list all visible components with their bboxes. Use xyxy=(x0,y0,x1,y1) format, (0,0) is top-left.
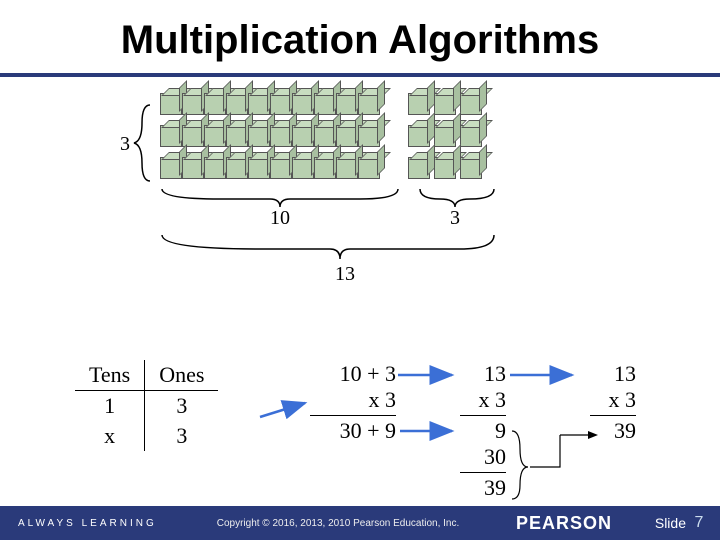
content-area: 3 10 3 13 xyxy=(0,85,720,505)
ten-cube xyxy=(336,157,358,179)
ten-cube xyxy=(270,93,292,115)
pv-header-tens: Tens xyxy=(75,360,145,391)
ten-cube xyxy=(248,157,270,179)
ten-cube xyxy=(160,157,182,179)
footer-brand: PEARSON xyxy=(516,513,636,534)
ten-cube xyxy=(160,93,182,115)
ten-cube xyxy=(204,125,226,147)
one-cube xyxy=(408,125,430,147)
ten-cube xyxy=(226,125,248,147)
title-rule xyxy=(0,73,720,77)
ten-cube xyxy=(182,157,204,179)
partial-line2: x 3 xyxy=(460,387,506,413)
table-row: x 3 xyxy=(75,421,218,451)
one-cube xyxy=(408,93,430,115)
pv-tens-1: 1 xyxy=(75,391,145,422)
ten-cube xyxy=(270,157,292,179)
one-cube xyxy=(460,157,482,179)
expanded-line1: 10 + 3 xyxy=(310,361,396,387)
slide: Multiplication Algorithms 3 10 3 13 xyxy=(0,0,720,540)
expanded-line3: 30 + 9 xyxy=(310,415,396,444)
ten-cube xyxy=(336,93,358,115)
pv-header-ones: Ones xyxy=(145,360,219,391)
ten-cube xyxy=(160,125,182,147)
ten-cube xyxy=(292,125,314,147)
tens-group-label: 10 xyxy=(270,207,290,230)
ten-cube xyxy=(226,93,248,115)
mult-standard: 13 x 3 39 xyxy=(590,361,636,444)
partial-line1: 13 xyxy=(460,361,506,387)
pv-ones-2: 3 xyxy=(145,421,219,451)
one-cube xyxy=(408,157,430,179)
mult-expanded: 10 + 3 x 3 30 + 9 xyxy=(310,361,396,444)
one-cube xyxy=(460,93,482,115)
standard-line3: 39 xyxy=(590,415,636,444)
footer-copyright: Copyright © 2016, 2013, 2010 Pearson Edu… xyxy=(160,518,516,529)
mult-partial: 13 x 3 9 30 39 xyxy=(460,361,506,501)
expanded-line2: x 3 xyxy=(310,387,396,413)
one-cube xyxy=(434,157,456,179)
partial-line3: 9 xyxy=(460,415,506,444)
ten-cube xyxy=(204,93,226,115)
ones-group-label: 3 xyxy=(450,207,460,230)
ten-cube xyxy=(248,125,270,147)
ten-cube xyxy=(292,93,314,115)
ten-cube xyxy=(336,125,358,147)
partial-line5: 39 xyxy=(460,472,506,501)
ten-cube xyxy=(314,93,336,115)
slide-label: Slide xyxy=(636,515,686,531)
standard-line2: x 3 xyxy=(590,387,636,413)
ten-cube xyxy=(182,93,204,115)
ten-cube xyxy=(182,125,204,147)
ten-cube xyxy=(226,157,248,179)
cube-row xyxy=(160,157,482,179)
total-label: 13 xyxy=(335,263,355,286)
ten-cube xyxy=(314,125,336,147)
ten-cube xyxy=(358,93,380,115)
ten-cube xyxy=(292,157,314,179)
ten-cube xyxy=(358,157,380,179)
standard-line1: 13 xyxy=(590,361,636,387)
page-number: 7 xyxy=(686,514,720,532)
ten-cube xyxy=(248,93,270,115)
one-cube xyxy=(434,93,456,115)
ten-cube xyxy=(270,125,292,147)
one-cube xyxy=(460,125,482,147)
place-value-table: Tens Ones 1 3 x 3 xyxy=(75,360,218,451)
footer-bar: ALWAYS LEARNING Copyright © 2016, 2013, … xyxy=(0,506,720,540)
ten-cube xyxy=(314,157,336,179)
ten-cube xyxy=(358,125,380,147)
one-cube xyxy=(434,125,456,147)
footer-tagline: ALWAYS LEARNING xyxy=(0,518,160,529)
pv-tens-2: x xyxy=(75,421,145,451)
cubes-diagram xyxy=(160,93,482,181)
partial-line4: 30 xyxy=(460,444,506,470)
ten-cube xyxy=(204,157,226,179)
pv-ones-1: 3 xyxy=(145,391,219,422)
rows-count-label: 3 xyxy=(120,133,130,156)
table-row: 1 3 xyxy=(75,391,218,422)
page-title: Multiplication Algorithms xyxy=(0,0,720,73)
